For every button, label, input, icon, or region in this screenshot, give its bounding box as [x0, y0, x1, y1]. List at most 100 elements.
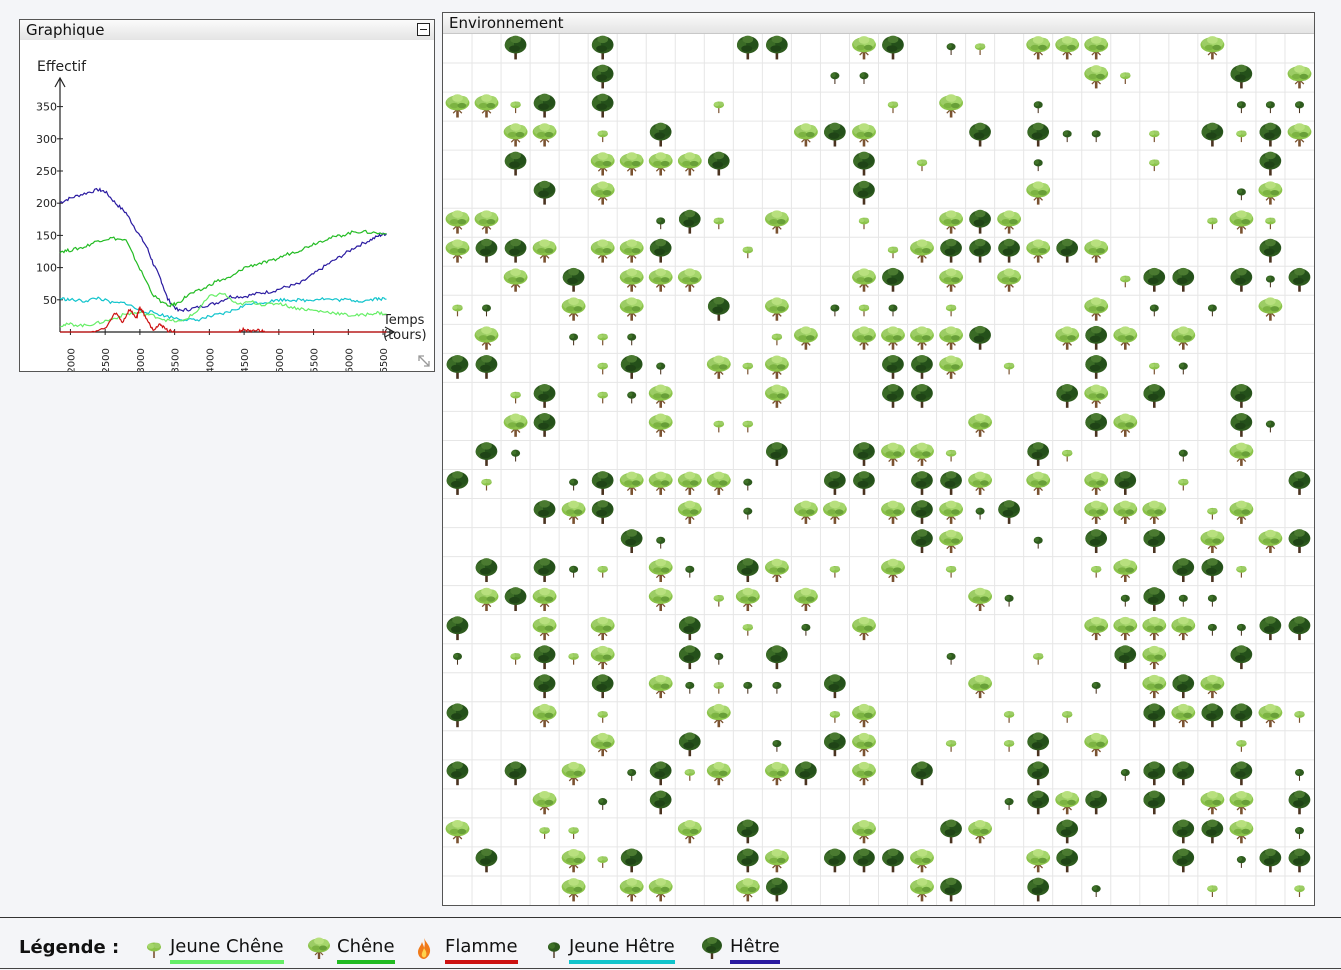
- oak-icon: [909, 238, 935, 264]
- oak-icon: [1170, 703, 1196, 728]
- y-axis-label: Effectif: [37, 59, 87, 75]
- oak-icon: [996, 267, 1022, 293]
- young-oak-icon: [771, 333, 783, 346]
- forest-grid[interactable]: [443, 34, 1314, 905]
- beech-icon: [533, 500, 556, 524]
- young-oak-icon: [597, 333, 608, 346]
- legend-label-young-beech: Jeune Hêtre: [569, 936, 675, 964]
- young-oak-icon: [1149, 159, 1160, 172]
- oak-icon: [764, 558, 790, 583]
- young-oak-icon: [1120, 72, 1131, 84]
- legend-label-beech: Hêtre: [730, 936, 780, 964]
- oak-icon: [561, 761, 587, 786]
- young-oak-icon: [1178, 478, 1189, 491]
- beech-icon: [533, 383, 556, 408]
- legend-item-young-oak[interactable]: Jeune Chêne: [142, 934, 287, 964]
- oak-icon: [532, 587, 558, 612]
- beech-icon: [591, 35, 614, 60]
- oak-icon: [590, 180, 616, 206]
- oak-icon: [880, 325, 906, 351]
- beech-icon: [533, 645, 556, 670]
- young-oak-icon: [510, 391, 521, 404]
- young-oak-icon: [1294, 885, 1305, 897]
- young-beech-icon: [1004, 594, 1014, 607]
- young-oak-icon: [597, 711, 608, 723]
- environment-panel: Environnement: [442, 12, 1315, 906]
- oak-icon: [1257, 296, 1283, 322]
- beech-icon: [1201, 122, 1224, 147]
- oak-icon: [1228, 499, 1254, 525]
- legend-item-flame[interactable]: Flamme: [412, 934, 522, 964]
- oak-icon: [1141, 499, 1167, 525]
- young-beech-icon: [1265, 420, 1275, 433]
- oak-icon: [619, 877, 645, 903]
- oak-icon: [706, 761, 732, 786]
- beech-icon: [940, 819, 962, 844]
- oak-icon: [648, 470, 674, 496]
- minimize-button[interactable]: [417, 23, 430, 36]
- young-oak-icon: [1061, 449, 1073, 462]
- legend-label-oak: Chêne: [337, 936, 395, 964]
- beech-icon: [446, 471, 469, 495]
- young-beech-icon: [1295, 768, 1304, 781]
- oak-icon: [1025, 470, 1051, 496]
- oak-icon: [967, 587, 993, 612]
- beech-icon: [969, 209, 991, 234]
- young-beech-icon: [1236, 188, 1246, 201]
- x-tick-label: 14500: [240, 348, 251, 371]
- beech-icon: [504, 761, 527, 786]
- legend-item-oak[interactable]: Chêne: [307, 934, 397, 964]
- young-beech-icon: [1033, 536, 1043, 549]
- beech-icon: [1172, 761, 1195, 786]
- oak-icon: [851, 35, 877, 61]
- oak-icon: [677, 819, 703, 844]
- oak-icon: [677, 151, 703, 177]
- young-beech-icon: [656, 536, 666, 549]
- oak-icon: [532, 703, 558, 728]
- young-beech-icon: [1207, 623, 1217, 636]
- young-oak-icon: [1294, 711, 1305, 723]
- beech-icon: [736, 819, 759, 844]
- y-tick-label: 300: [36, 133, 57, 146]
- legend-item-young-beech[interactable]: Jeune Hêtre: [542, 934, 682, 964]
- beech-icon: [446, 616, 469, 641]
- beech-icon: [766, 877, 788, 902]
- beech-icon: [1259, 122, 1282, 147]
- beech-icon: [1288, 848, 1311, 873]
- young-beech-icon: [1236, 856, 1246, 868]
- y-tick-label: 200: [36, 197, 57, 210]
- young-beech-icon: [714, 652, 724, 665]
- young-oak-icon: [1003, 740, 1015, 752]
- oak-icon: [793, 122, 819, 148]
- legend-item-beech[interactable]: Hêtre: [700, 934, 790, 964]
- oak-icon: [706, 354, 732, 380]
- oak-icon: [1083, 296, 1109, 322]
- young-beech-icon: [1295, 101, 1304, 114]
- oak-icon: [1170, 616, 1196, 641]
- oak-icon: [851, 267, 877, 293]
- young-beech-icon: [1091, 130, 1101, 143]
- young-oak-icon: [945, 304, 957, 317]
- beech-icon: [940, 471, 962, 495]
- x-axis-label: Temps: [382, 313, 425, 328]
- beech-icon: [911, 471, 933, 495]
- young-oak-icon: [742, 624, 754, 636]
- young-beech-icon: [946, 652, 956, 665]
- beech-icon: [1230, 761, 1253, 786]
- oak-icon: [473, 587, 500, 612]
- beech-icon: [700, 936, 724, 960]
- young-beech-icon: [656, 217, 666, 230]
- population-chart: Effectif Temps(tours) 50 100 150 200 250 300 350…: [36, 59, 427, 371]
- resize-handle-icon[interactable]: [417, 354, 431, 368]
- oak-icon: [619, 238, 645, 264]
- beech-icon: [853, 471, 875, 495]
- beech-icon: [649, 790, 672, 815]
- beech-icon: [911, 500, 933, 524]
- young-beech-icon: [946, 43, 956, 55]
- beech-icon: [998, 500, 1020, 524]
- beech-icon: [998, 238, 1020, 263]
- young-beech-icon: [1236, 101, 1246, 114]
- legend-label-flame: Flamme: [445, 936, 518, 964]
- beech-icon: [620, 848, 643, 873]
- young-beech-icon: [656, 362, 666, 375]
